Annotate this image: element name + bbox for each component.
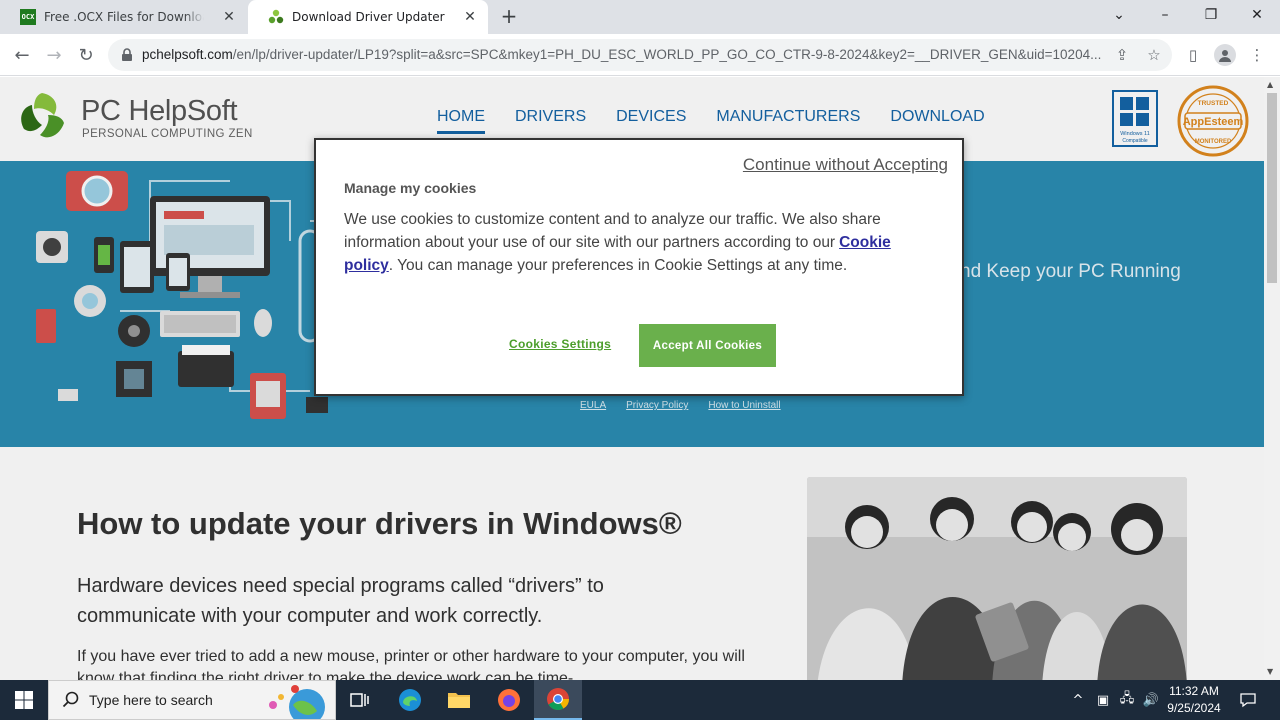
scroll-up-arrow-icon[interactable]: ▲ — [1267, 80, 1273, 89]
taskbar-search-box[interactable]: Type here to search — [48, 680, 336, 720]
share-icon[interactable]: ⇪ — [1112, 45, 1132, 65]
folder-icon — [448, 693, 470, 708]
page-scrollbar[interactable]: ▲ ▼ — [1264, 77, 1280, 680]
minimize-button[interactable]: – — [1142, 0, 1188, 30]
system-clock[interactable]: 11:32 AM 9/25/2024 — [1160, 683, 1228, 717]
profile-avatar[interactable] — [1214, 44, 1236, 66]
lock-icon — [122, 48, 132, 61]
task-view-button[interactable] — [336, 680, 384, 720]
bookmark-star-icon[interactable]: ☆ — [1144, 45, 1164, 65]
action-center-icon — [1240, 693, 1256, 708]
tab-label: Download Driver Updater — [292, 10, 445, 24]
url-text[interactable]: pchelpsoft.com/en/lp/driver-updater/LP19… — [142, 47, 1112, 62]
device-tray-icon[interactable]: ▣ — [1092, 680, 1114, 720]
cookie-dialog-text: We use cookies to customize content and … — [344, 211, 891, 274]
close-window-button[interactable]: ✕ — [1234, 0, 1280, 30]
accept-all-cookies-button[interactable]: Accept All Cookies — [639, 324, 776, 367]
tab-label: Free .OCX Files for Download - O — [44, 10, 204, 24]
tab-ocx-files[interactable]: OCX Free .OCX Files for Download - O ✕ — [0, 0, 247, 34]
forward-button[interactable]: → — [42, 43, 66, 67]
scrollbar-thumb[interactable] — [1267, 93, 1277, 283]
back-button[interactable]: ← — [10, 43, 34, 67]
close-tab-icon[interactable]: ✕ — [221, 9, 237, 25]
ocx-favicon-icon: OCX — [20, 9, 36, 25]
chrome-taskbar-button[interactable] — [534, 680, 582, 720]
continue-without-accepting-link[interactable]: Continue without Accepting — [743, 155, 948, 175]
menu-kebab-icon[interactable]: ⋮ — [1246, 44, 1268, 66]
new-tab-button[interactable]: + — [497, 5, 521, 29]
network-icon[interactable]: 🖧 — [1116, 680, 1138, 720]
task-view-icon — [350, 693, 369, 707]
firefox-icon — [498, 689, 520, 711]
edge-taskbar-button[interactable] — [386, 680, 434, 720]
file-explorer-taskbar-button[interactable] — [435, 680, 483, 720]
person-icon — [1219, 50, 1231, 62]
tab-driver-updater[interactable]: Download Driver Updater ✕ — [248, 0, 488, 34]
tab-strip: OCX Free .OCX Files for Download - O ✕ D… — [0, 0, 1280, 34]
cookie-dialog-title: Manage my cookies — [344, 180, 477, 196]
firefox-taskbar-button[interactable] — [485, 680, 533, 720]
start-button[interactable] — [0, 680, 48, 720]
scroll-down-arrow-icon[interactable]: ▼ — [1267, 667, 1273, 676]
show-hidden-icons-button[interactable]: ^ — [1068, 680, 1088, 720]
cookie-consent-dialog: Continue without Accepting Manage my coo… — [314, 138, 964, 396]
windows-start-icon — [15, 691, 33, 709]
browser-toolbar: ← → ↻ pchelpsoft.com/en/lp/driver-update… — [0, 34, 1280, 76]
search-icon — [62, 691, 79, 708]
address-bar[interactable]: pchelpsoft.com/en/lp/driver-updater/LP19… — [108, 39, 1172, 71]
side-panel-icon[interactable]: ▯ — [1182, 44, 1204, 66]
tab-search-icon[interactable]: ⌄ — [1096, 0, 1142, 30]
windows-taskbar: Type here to search ^ ▣ 🖧 🔊 11:32 AM 9/2… — [0, 680, 1280, 720]
pchelpsoft-favicon-icon — [268, 9, 284, 24]
close-tab-icon[interactable]: ✕ — [462, 9, 478, 25]
reload-button[interactable]: ↻ — [74, 43, 98, 67]
restore-button[interactable]: ❐ — [1188, 0, 1234, 30]
chrome-icon — [547, 688, 569, 710]
search-highlight-globe-icon — [269, 685, 325, 719]
volume-icon[interactable]: 🔊 — [1140, 680, 1162, 720]
search-placeholder: Type here to search — [89, 692, 213, 708]
edge-icon — [399, 689, 421, 711]
notifications-icon[interactable] — [1234, 680, 1262, 720]
cookies-settings-button[interactable]: Cookies Settings — [509, 337, 611, 351]
